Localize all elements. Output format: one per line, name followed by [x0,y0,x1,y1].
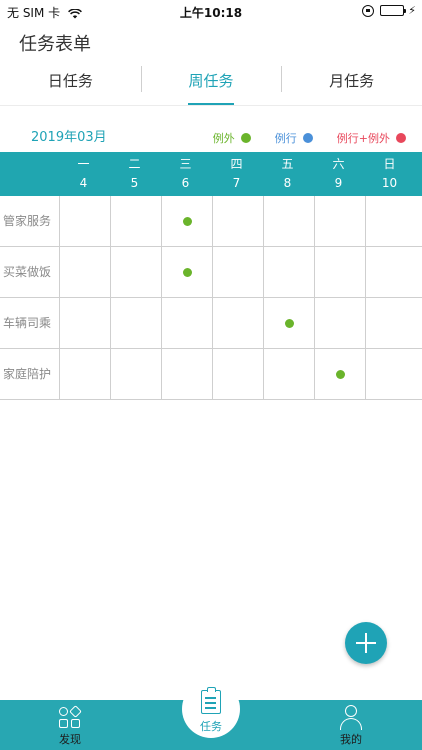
day-cell[interactable] [60,349,110,399]
weekday-label: 日 [383,157,396,171]
day-cell[interactable] [213,349,263,399]
day-column-header: 一4 [58,152,109,196]
task-status-dot[interactable] [183,268,192,277]
day-cell[interactable] [366,196,416,246]
tab-daily[interactable]: 日任务 [0,62,141,105]
legend-dot [396,133,406,143]
task-row-label: 管家服务 [3,214,52,228]
weekday-label: 六 [332,157,345,171]
legend: 例外 例行 例行+例外 [189,130,406,146]
day-column-header: 日 10 [364,152,415,196]
legend-dot [302,133,313,143]
status-time: 上午10:18 [179,6,243,20]
task-row: 管家服务 [0,196,422,247]
calendar-header: 一 4 二 5 三 6 四 7 五 8 六 9 日 10 [0,152,422,196]
nav-mine[interactable]: 我的 [311,700,391,750]
day-cell[interactable] [366,349,416,399]
task-row: 车辆司乘 [0,298,422,349]
day-cell[interactable] [315,298,365,348]
date-label: 8 [283,176,292,190]
task-grid: 管家服务买菜做饭车辆司乘家庭陪护 [0,196,422,400]
task-status-dot[interactable] [285,319,294,328]
user-icon [340,705,362,731]
legend-label: 例行 [274,132,297,145]
battery-icon [380,5,407,16]
date-label: 6 [181,176,190,190]
nav-mine-label: 我的 [340,733,362,746]
task-row: 家庭陪护 [0,349,422,400]
date-label: 4 [79,176,88,190]
legend-label: 例行+例外 [336,132,390,145]
legend-label: 例外 [212,132,235,145]
day-column-header: 四7 [211,152,262,196]
day-cell[interactable] [111,298,161,348]
weekday-label: 三 [179,157,192,171]
day-cell[interactable] [213,247,263,297]
day-cell[interactable] [213,298,263,348]
nav-tasks[interactable]: 任务 [182,680,240,738]
day-cell[interactable] [264,247,314,297]
date-label: 5 [130,176,139,190]
charging-icon: ⚡ [408,4,416,17]
day-cell[interactable] [111,349,161,399]
weekday-label: 二 [128,157,141,171]
day-cell[interactable] [60,247,110,297]
day-cell[interactable] [213,196,263,246]
task-row-label: 买菜做饭 [3,265,52,279]
status-right: ⚡ [362,4,416,17]
add-task-button[interactable] [345,622,387,664]
date-label: 7 [232,176,241,190]
task-tabs: 日任务 周任务 月任务 [0,62,422,106]
day-cell[interactable] [264,349,314,399]
day-cell[interactable] [366,298,416,348]
grid-diamond-icon [58,705,82,730]
legend-exception: 例外 [213,130,251,146]
day-column-header: 三6 [160,152,211,196]
date-label: 10 [381,176,398,190]
day-column-header: 六9 [313,152,364,196]
weekday-label: 四 [230,157,243,171]
status-bar: 无 SIM 卡 上午10:18 ⚡ [0,0,422,22]
day-cell[interactable] [111,247,161,297]
day-cell[interactable] [264,196,314,246]
day-cell[interactable] [60,298,110,348]
clipboard-icon [201,687,221,714]
day-cell[interactable] [162,298,212,348]
tab-weekly[interactable]: 周任务 [140,62,282,105]
legend-routine: 例行 [275,130,313,146]
day-column-header: 五8 [262,152,313,196]
task-row-label: 车辆司乘 [3,316,52,330]
legend-dot [240,133,251,143]
task-status-dot[interactable] [336,370,345,379]
page-title: 任务表单 [19,34,91,55]
tab-monthly[interactable]: 月任务 [281,62,422,105]
weekday-label: 五 [281,157,294,171]
day-cell[interactable] [315,196,365,246]
weekday-label: 一 [77,157,90,171]
nav-tasks-label: 任务 [200,720,222,733]
legend-routine-exception: 例行+例外 [337,130,406,146]
date-label: 9 [334,176,343,190]
task-row-label: 家庭陪护 [3,367,52,381]
day-column-header: 二5 [109,152,160,196]
day-cell[interactable] [162,349,212,399]
task-row: 买菜做饭 [0,247,422,298]
rotation-lock-icon [362,4,375,17]
nav-discover-label: 发现 [59,733,81,746]
task-status-dot[interactable] [183,217,192,226]
month-label[interactable]: 2019年03月 [31,126,107,145]
day-cell[interactable] [60,196,110,246]
day-cell[interactable] [315,247,365,297]
day-cell[interactable] [366,247,416,297]
day-cell[interactable] [111,196,161,246]
nav-discover[interactable]: 发现 [30,700,110,750]
